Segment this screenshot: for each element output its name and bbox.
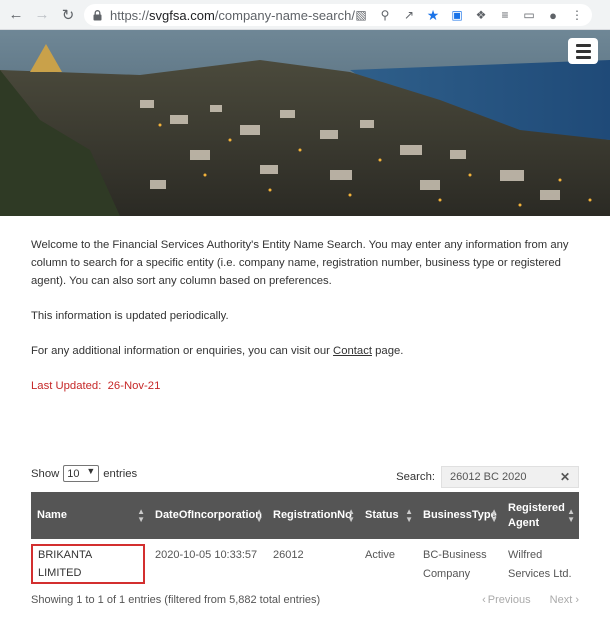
lock-icon	[92, 9, 102, 21]
back-arrow-icon[interactable]: ←	[6, 5, 26, 25]
entries-value: 10	[67, 467, 80, 480]
column-header-regno[interactable]: RegistrationNo ▲ ▼	[267, 492, 359, 539]
previous-button[interactable]: ‹ Previous	[482, 594, 530, 606]
contact-link[interactable]: Contact	[333, 345, 372, 357]
sort-icon: ▲ ▼	[490, 506, 498, 524]
enquiry-text: For any additional information or enquir…	[31, 342, 579, 360]
last-updated-value: 26-Nov-21	[107, 380, 161, 392]
share-icon[interactable]: ↗	[400, 6, 418, 24]
search-value: 26012 BC 2020	[450, 471, 527, 483]
highlighted-name: BRIKANTA LIMITED	[31, 544, 145, 584]
search-input[interactable]: 26012 BC 2020 ✕	[441, 466, 579, 488]
forward-arrow-icon[interactable]: →	[32, 5, 52, 25]
cell-agent: Wilfred Services Ltd.	[508, 549, 572, 580]
column-header-date[interactable]: DateOfIncorporation ▲ ▼	[149, 492, 267, 539]
table-controls: Show 10 ▼ entries Search: 26012 BC 2020 …	[31, 462, 579, 488]
side-panel-icon[interactable]: ▭	[520, 6, 538, 24]
cell-name: BRIKANTA LIMITED	[31, 539, 149, 591]
table-footer: Showing 1 to 1 of 1 entries (filtered fr…	[31, 594, 579, 606]
table-row[interactable]: BRIKANTA LIMITED 2020-10-05 10:33:57 260…	[31, 539, 579, 591]
entries-select[interactable]: 10 ▼	[63, 465, 100, 482]
search-label: Search:	[396, 471, 435, 483]
clear-search-icon[interactable]: ✕	[560, 470, 570, 484]
column-header-status[interactable]: Status ▲ ▼	[359, 492, 417, 539]
url-path: /company-name-search/	[214, 7, 355, 23]
last-updated: Last Updated: 26-Nov-21	[31, 377, 579, 395]
sort-icon: ▲ ▼	[137, 506, 145, 524]
puzzle-icon[interactable]: ❖	[472, 6, 490, 24]
reading-list-icon[interactable]: ≡	[496, 6, 514, 24]
bookmark-star-icon[interactable]: ★	[424, 6, 442, 24]
url-host: svgfsa.com	[149, 7, 215, 23]
sort-icon: ▲ ▼	[405, 506, 413, 524]
welcome-text: Welcome to the Financial Services Author…	[31, 239, 569, 287]
address-bar[interactable]: https://svgfsa.com/company-name-search/ …	[84, 4, 592, 26]
more-menu-icon[interactable]: ⋮	[568, 6, 586, 24]
next-button[interactable]: Next ›	[542, 594, 579, 606]
sort-icon: ▲ ▼	[255, 506, 263, 524]
table-header-row: Name ▲ ▼ DateOfIncorporation ▲ ▼ Registratio…	[31, 492, 579, 539]
translate-icon[interactable]: ▧	[352, 6, 370, 24]
updated-note: This information is updated periodically…	[31, 310, 229, 322]
entity-table: Name ▲ ▼ DateOfIncorporation ▲ ▼ Registratio…	[31, 492, 579, 591]
show-label: Show	[31, 467, 60, 480]
column-header-name[interactable]: Name ▲ ▼	[31, 492, 149, 539]
cell-status: Active	[365, 549, 395, 561]
column-header-agent[interactable]: Registered Agent ▲ ▼	[502, 492, 579, 539]
cell-date: 2020-10-05 10:33:57	[155, 549, 258, 561]
cell-businesstype: BC-Business Company	[423, 549, 487, 580]
last-updated-label: Last Updated:	[31, 380, 102, 392]
entries-length: Show 10 ▼ entries	[31, 465, 137, 482]
entries-label: entries	[103, 467, 138, 480]
zoom-icon[interactable]: ⚲	[376, 6, 394, 24]
chevron-down-icon: ▼	[86, 466, 96, 476]
enquiry-prefix: For any additional information or enquir…	[31, 345, 334, 357]
browser-toolbar: ← → ↻ https://svgfsa.com/company-name-se…	[0, 0, 610, 30]
pagination: ‹ Previous Next ›	[474, 594, 579, 606]
table-info: Showing 1 to 1 of 1 entries (filtered fr…	[31, 594, 321, 606]
extension-icon[interactable]: ▣	[448, 6, 466, 24]
url-text: https://svgfsa.com/company-name-search/	[110, 8, 355, 23]
intro-section: Welcome to the Financial Services Author…	[31, 236, 579, 412]
town-photo-image	[0, 30, 610, 216]
cell-regno: 26012	[273, 549, 304, 561]
profile-avatar-icon[interactable]: ●	[544, 6, 562, 24]
search-filter: Search: 26012 BC 2020 ✕	[396, 466, 579, 488]
hero-banner	[0, 30, 610, 216]
reload-icon[interactable]: ↻	[58, 5, 78, 25]
sort-icon: ▲ ▼	[567, 506, 575, 524]
sort-icon: ▲ ▼	[347, 506, 355, 524]
hamburger-menu-button[interactable]	[568, 38, 598, 64]
url-scheme: https://	[110, 7, 150, 23]
column-header-businesstype[interactable]: BusinessType ▲ ▼	[417, 492, 502, 539]
enquiry-suffix: page.	[371, 345, 404, 357]
